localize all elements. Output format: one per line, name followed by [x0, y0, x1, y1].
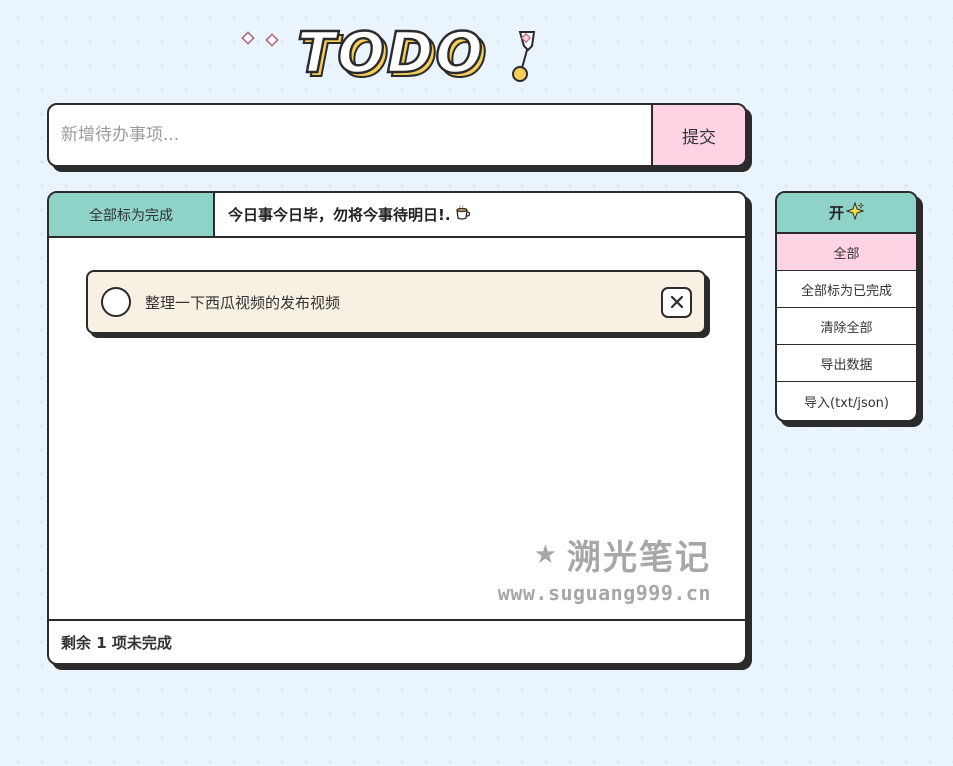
new-todo-input[interactable]	[49, 105, 651, 165]
submit-button[interactable]: 提交	[651, 105, 745, 165]
side-menu-title: 开	[828, 204, 844, 222]
todo-item-text: 整理一下西瓜视频的发布视频	[145, 293, 341, 312]
app-logo: TODO TODO	[236, 22, 546, 88]
svg-text:TODO: TODO	[297, 22, 485, 86]
complete-checkbox[interactable]	[101, 287, 131, 317]
new-todo-bar: 提交	[47, 103, 747, 167]
menu-item-mark-all-complete[interactable]: 全部标为已完成	[777, 271, 916, 308]
menu-item-export[interactable]: 导出数据	[777, 345, 916, 382]
diamond-icon	[241, 31, 279, 47]
sparkle-icon	[845, 200, 865, 224]
remaining-count: 剩余 1 项未完成	[61, 633, 172, 652]
panel-header: 全部标为完成 今日事今日毕，勿将今事待明日!.	[49, 193, 745, 238]
balloon-icon	[512, 31, 536, 82]
mark-all-complete-button[interactable]: 全部标为完成	[49, 193, 215, 236]
todo-list: 整理一下西瓜视频的发布视频 ★ 溯光笔记 www.suguang999.cn	[49, 238, 745, 621]
menu-item-all[interactable]: 全部	[777, 234, 916, 271]
star-icon: ★	[533, 539, 559, 570]
menu-item-import[interactable]: 导入(txt/json)	[777, 382, 916, 420]
side-menu: 开 全部 全部标为已完成 清除全部 导出数据 导入(txt/json)	[775, 191, 918, 422]
watermark-title: ★ 溯光笔记	[461, 530, 711, 579]
menu-item-clear-all[interactable]: 清除全部	[777, 308, 916, 345]
delete-button[interactable]	[661, 286, 692, 318]
motto-label: 今日事今日毕，勿将今事待明日!.	[228, 206, 451, 224]
todo-panel: 全部标为完成 今日事今日毕，勿将今事待明日!. 整理一下西瓜视频的发布视频 ★ …	[47, 191, 747, 665]
motto-text: 今日事今日毕，勿将今事待明日!.	[215, 193, 472, 236]
list-item[interactable]: 整理一下西瓜视频的发布视频	[86, 270, 706, 334]
watermark: ★ 溯光笔记 www.suguang999.cn	[461, 530, 711, 605]
side-menu-header[interactable]: 开	[777, 193, 916, 234]
coffee-cup-icon	[454, 204, 472, 225]
watermark-url: www.suguang999.cn	[497, 581, 711, 605]
close-icon	[670, 295, 683, 309]
watermark-title-text: 溯光笔记	[567, 538, 711, 578]
